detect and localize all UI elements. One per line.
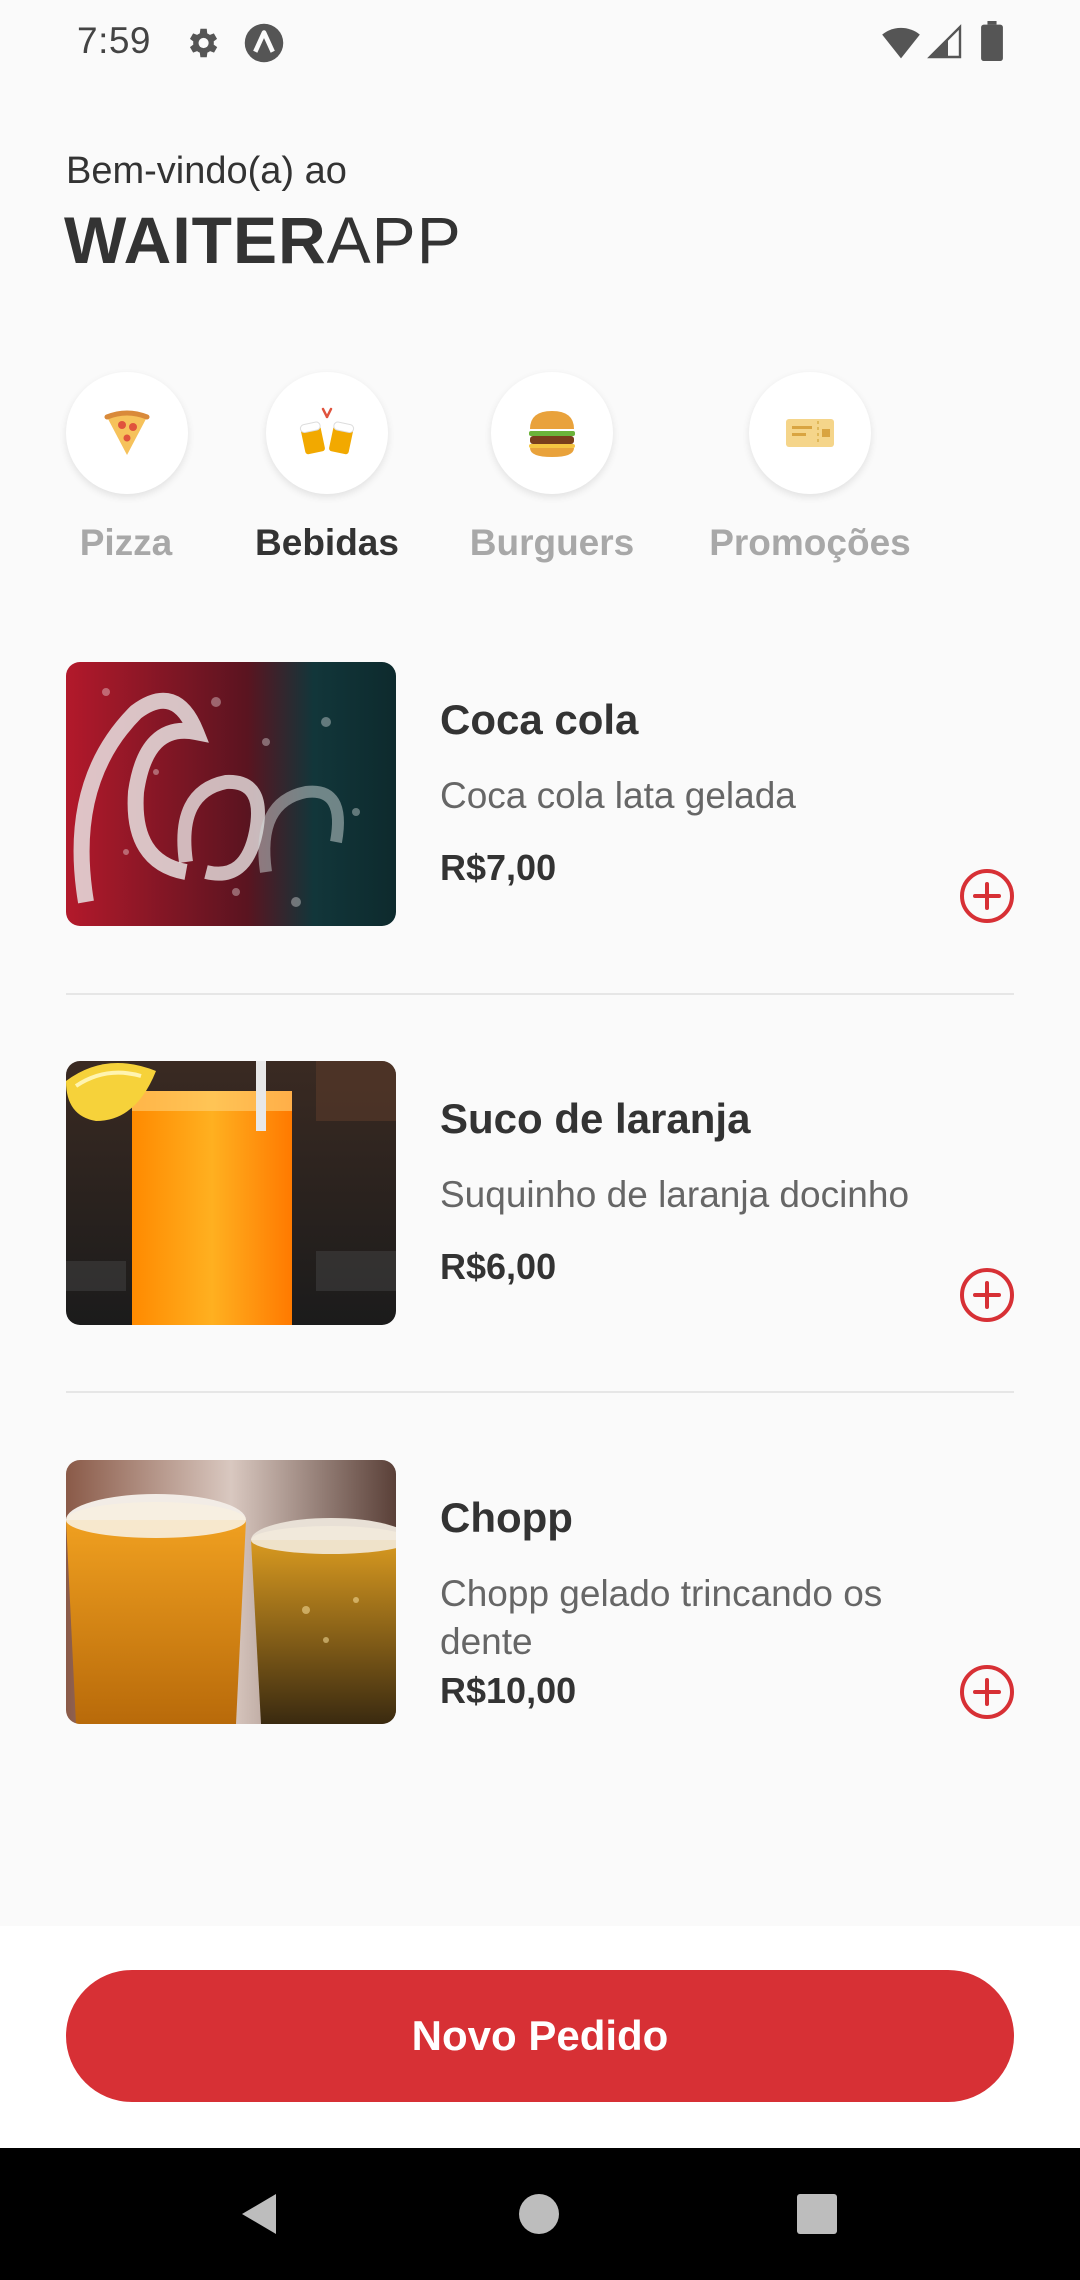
category-icon-circle [749,372,871,494]
product-price: R$10,00 [440,1670,577,1711]
system-nav-bar [0,2148,1080,2280]
add-to-cart-icon[interactable] [959,1664,1015,1720]
product-item-suco-de-laranja[interactable]: Suco de laranja Suquinho de laranja doci… [66,1061,1014,1325]
burger-icon [529,411,575,457]
list-divider [66,993,1014,995]
category-label: Burguers [469,522,635,563]
brand-light: APP [326,203,462,277]
product-description: Coca cola lata gelada [440,775,796,816]
app-screen: 7:59 Bem-vindo(a) ao WAITERAPP Pizza Beb… [0,0,1080,2280]
a-icon [244,23,284,63]
product-image [66,662,396,926]
product-description: Chopp gelado trincando os dente [440,1573,883,1662]
back-icon[interactable] [236,2190,282,2238]
status-bar: 7:59 [0,0,1080,86]
product-item-chopp[interactable]: Chopp Chopp gelado trincando os dente R$… [66,1460,1014,1724]
product-item-coca-cola[interactable]: Coca cola Coca cola lata gelada R$7,00 [66,662,1014,926]
list-divider [66,1391,1014,1393]
beer-mugs-icon [299,407,355,455]
home-icon[interactable] [519,2194,559,2234]
brand-bold: WAITER [64,203,327,277]
new-order-button[interactable]: Novo Pedido [66,1970,1014,2102]
category-label: Promoções [709,522,911,563]
ticket-icon [786,419,834,447]
product-price: R$6,00 [440,1246,557,1287]
welcome-text: Bem-vindo(a) ao [66,150,347,192]
product-image [66,1460,396,1724]
product-name: Chopp [440,1494,573,1541]
product-image [66,1061,396,1325]
battery-icon [981,21,1003,61]
brand-logo-text: WAITERAPP [64,202,462,278]
product-name: Coca cola [440,696,639,743]
product-price: R$7,00 [440,847,557,888]
orange-juice-image [66,1061,396,1325]
category-bebidas[interactable]: Bebidas [207,372,447,572]
add-to-cart-icon[interactable] [959,1267,1015,1323]
pizza-icon [104,410,150,455]
gear-icon [189,28,218,58]
category-promocoes[interactable]: Promoções [690,372,930,572]
beer-glasses-image [66,1460,396,1724]
category-label: Bebidas [255,522,399,563]
add-to-cart-icon[interactable] [959,868,1015,924]
footer: Novo Pedido [0,1926,1080,2148]
category-icon-circle [266,372,388,494]
status-time: 7:59 [77,20,152,61]
category-icon-circle [66,372,188,494]
recent-apps-icon[interactable] [797,2194,837,2234]
wifi-icon [882,27,920,59]
signal-icon [927,24,962,59]
coca-cola-can-image [66,662,396,926]
product-description: Suquinho de laranja docinho [440,1174,910,1215]
category-icon-circle [491,372,613,494]
category-burguers[interactable]: Burguers [432,372,672,572]
product-name: Suco de laranja [440,1095,751,1142]
